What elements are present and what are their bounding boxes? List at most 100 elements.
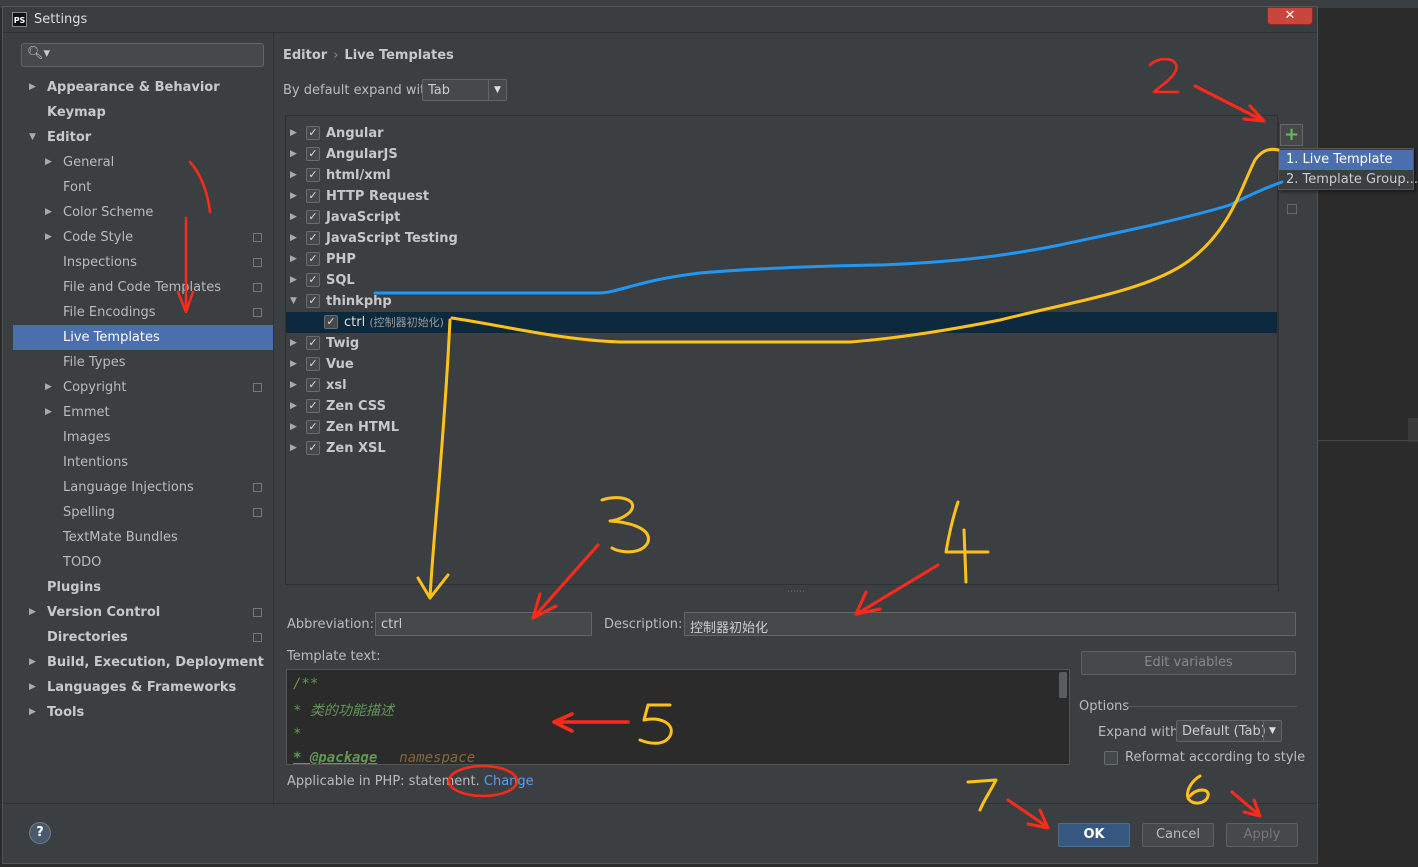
abbreviation-field[interactable]: ctrl: [375, 612, 592, 636]
sidebar-item[interactable]: TextMate Bundles: [13, 525, 273, 550]
collapsed-arrow-icon[interactable]: ▶: [290, 144, 297, 165]
template-group-row[interactable]: ▶ ✓ Zen CSS: [286, 396, 1277, 417]
collapsed-arrow-icon[interactable]: ▶: [290, 228, 297, 249]
enable-checkbox[interactable]: ✓: [306, 399, 320, 413]
collapsed-arrow-icon[interactable]: ▶: [290, 249, 297, 270]
collapsed-arrow-icon[interactable]: ▶: [290, 270, 297, 291]
sidebar-item[interactable]: ▼ Editor: [13, 125, 273, 150]
sidebar-item[interactable]: File Types: [13, 350, 273, 375]
sidebar-item[interactable]: Directories: [13, 625, 273, 650]
title-bar[interactable]: PS Settings ✕: [3, 7, 1317, 33]
sidebar-item[interactable]: ▶ Version Control: [13, 600, 273, 625]
template-group-row[interactable]: ▶ ✓ Vue: [286, 354, 1277, 375]
collapsed-arrow-icon[interactable]: ▶: [29, 75, 36, 100]
enable-checkbox[interactable]: ✓: [306, 357, 320, 371]
sidebar-item[interactable]: ▶ Build, Execution, Deployment: [13, 650, 273, 675]
copy-icon[interactable]: [1287, 204, 1297, 214]
collapsed-arrow-icon[interactable]: ▶: [290, 417, 297, 438]
sidebar-item[interactable]: Spelling: [13, 500, 273, 525]
cancel-button[interactable]: Cancel: [1142, 823, 1214, 847]
template-group-row[interactable]: ▶ ✓ Zen XSL: [286, 438, 1277, 459]
menu-item-live-template[interactable]: 1. Live Template: [1279, 150, 1413, 170]
collapsed-arrow-icon[interactable]: ▶: [29, 675, 36, 700]
sidebar-item[interactable]: ▶ Emmet: [13, 400, 273, 425]
collapsed-arrow-icon[interactable]: ▶: [45, 225, 52, 250]
enable-checkbox[interactable]: ✓: [306, 441, 320, 455]
collapsed-arrow-icon[interactable]: ▶: [290, 123, 297, 144]
sidebar-item[interactable]: ▶ Appearance & Behavior: [13, 75, 273, 100]
sidebar-item[interactable]: ▶ Copyright: [13, 375, 273, 400]
template-group-row[interactable]: ▶ ✓ xsl: [286, 375, 1277, 396]
collapsed-arrow-icon[interactable]: ▶: [45, 200, 52, 225]
sidebar-item[interactable]: Inspections: [13, 250, 273, 275]
splitter-handle[interactable]: ⋯⋯: [787, 587, 805, 597]
collapsed-arrow-icon[interactable]: ▶: [290, 186, 297, 207]
collapsed-arrow-icon[interactable]: ▶: [45, 375, 52, 400]
enable-checkbox[interactable]: ✓: [324, 315, 338, 329]
expanded-arrow-icon[interactable]: ▼: [29, 125, 36, 150]
template-group-row[interactable]: ▶ ✓ AngularJS: [286, 144, 1277, 165]
collapsed-arrow-icon[interactable]: ▶: [290, 375, 297, 396]
change-context-link[interactable]: Change: [484, 774, 534, 789]
enable-checkbox[interactable]: ✓: [306, 210, 320, 224]
collapsed-arrow-icon[interactable]: ▶: [290, 354, 297, 375]
template-group-row[interactable]: ▶ ✓ Angular: [286, 123, 1277, 144]
sidebar-item[interactable]: File and Code Templates: [13, 275, 273, 300]
expand-with-select[interactable]: Default (Tab) ▼: [1176, 720, 1282, 742]
collapsed-arrow-icon[interactable]: ▶: [29, 700, 36, 725]
collapsed-arrow-icon[interactable]: ▶: [290, 396, 297, 417]
sidebar-item[interactable]: File Encodings: [13, 300, 273, 325]
collapsed-arrow-icon[interactable]: ▶: [290, 165, 297, 186]
enable-checkbox[interactable]: ✓: [306, 420, 320, 434]
sidebar-item[interactable]: Language Injections: [13, 475, 273, 500]
close-button[interactable]: ✕: [1267, 7, 1313, 25]
enable-checkbox[interactable]: ✓: [306, 273, 320, 287]
template-text-editor[interactable]: /** * 类的功能描述 * * @package namespace: [286, 669, 1070, 765]
sidebar-item[interactable]: ▶ Color Scheme: [13, 200, 273, 225]
default-expand-select[interactable]: Tab ▼: [422, 79, 507, 101]
sidebar-item[interactable]: Images: [13, 425, 273, 450]
collapsed-arrow-icon[interactable]: ▶: [29, 600, 36, 625]
template-row[interactable]: ✓ ctrl (控制器初始化): [286, 312, 1277, 333]
collapsed-arrow-icon[interactable]: ▶: [290, 333, 297, 354]
ok-button[interactable]: OK: [1058, 823, 1130, 847]
expanded-arrow-icon[interactable]: ▼: [290, 291, 297, 312]
collapsed-arrow-icon[interactable]: ▶: [45, 400, 52, 425]
sidebar-item[interactable]: Intentions: [13, 450, 273, 475]
enable-checkbox[interactable]: ✓: [306, 147, 320, 161]
help-button[interactable]: ?: [29, 822, 51, 844]
collapsed-arrow-icon[interactable]: ▶: [290, 207, 297, 228]
template-group-row[interactable]: ▶ ✓ JavaScript: [286, 207, 1277, 228]
sidebar-item[interactable]: ▶ General: [13, 150, 273, 175]
sidebar-item[interactable]: ▶ Languages & Frameworks: [13, 675, 273, 700]
sidebar-item[interactable]: Keymap: [13, 100, 273, 125]
enable-checkbox[interactable]: ✓: [306, 252, 320, 266]
description-field[interactable]: 控制器初始化: [684, 612, 1296, 636]
editor-scrollbar[interactable]: [1059, 672, 1067, 698]
collapsed-arrow-icon[interactable]: ▶: [290, 438, 297, 459]
template-group-row[interactable]: ▶ ✓ Twig: [286, 333, 1277, 354]
enable-checkbox[interactable]: ✓: [306, 231, 320, 245]
sidebar-item[interactable]: Live Templates: [13, 325, 273, 350]
template-group-row[interactable]: ▼ ✓ thinkphp: [286, 291, 1277, 312]
sidebar-item[interactable]: Font: [13, 175, 273, 200]
apply-button[interactable]: Apply: [1226, 823, 1298, 847]
enable-checkbox[interactable]: ✓: [306, 294, 320, 308]
template-group-row[interactable]: ▶ ✓ html/xml: [286, 165, 1277, 186]
template-group-row[interactable]: ▶ ✓ PHP: [286, 249, 1277, 270]
sidebar-item[interactable]: ▶ Tools: [13, 700, 273, 725]
collapsed-arrow-icon[interactable]: ▶: [45, 150, 52, 175]
reformat-checkbox[interactable]: [1104, 751, 1118, 765]
enable-checkbox[interactable]: ✓: [306, 378, 320, 392]
template-group-row[interactable]: ▶ ✓ JavaScript Testing: [286, 228, 1277, 249]
sidebar-item[interactable]: TODO: [13, 550, 273, 575]
enable-checkbox[interactable]: ✓: [306, 168, 320, 182]
template-group-row[interactable]: ▶ ✓ Zen HTML: [286, 417, 1277, 438]
enable-checkbox[interactable]: ✓: [306, 189, 320, 203]
enable-checkbox[interactable]: ✓: [306, 126, 320, 140]
sidebar-item[interactable]: Plugins: [13, 575, 273, 600]
template-group-row[interactable]: ▶ ✓ SQL: [286, 270, 1277, 291]
add-template-button[interactable]: +: [1280, 124, 1303, 146]
panel-divider[interactable]: [273, 33, 274, 805]
template-group-row[interactable]: ▶ ✓ HTTP Request: [286, 186, 1277, 207]
